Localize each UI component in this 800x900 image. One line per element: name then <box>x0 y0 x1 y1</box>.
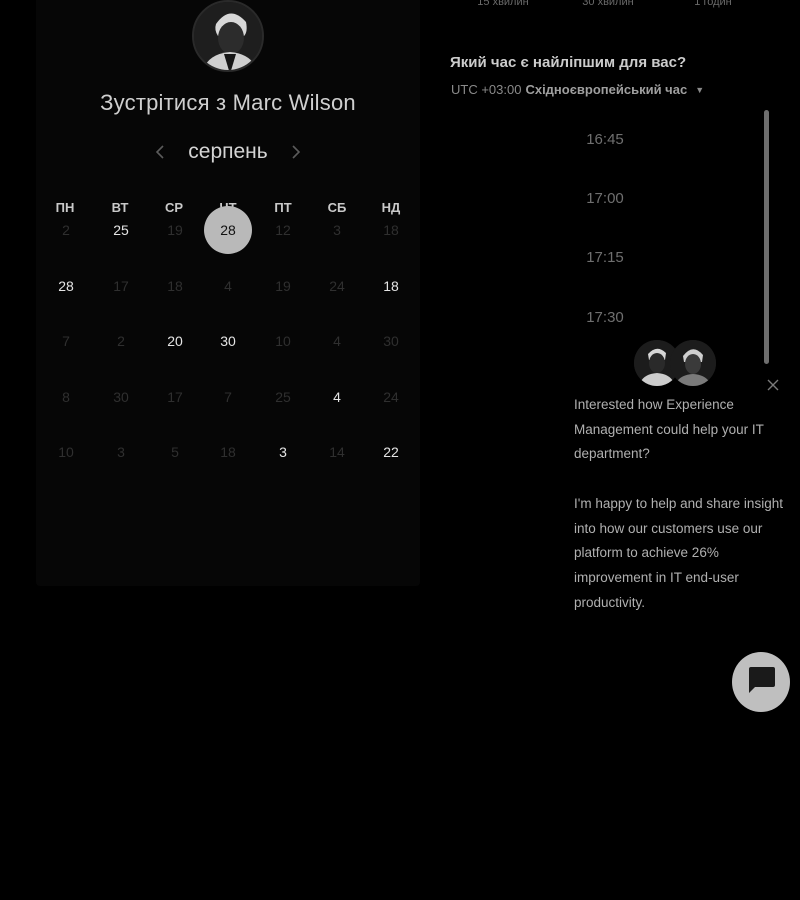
meeting-heading: Зустрітися з Marc Wilson <box>100 90 356 115</box>
calendar-day: 3 <box>117 444 125 460</box>
calendar-day: 2 <box>117 333 125 349</box>
calendar-day: 30 <box>113 389 129 405</box>
calendar-day: 10 <box>58 444 74 460</box>
calendar-day: 5 <box>171 444 179 460</box>
calendar-day-selected[interactable]: 28 <box>204 206 252 254</box>
close-icon[interactable] <box>763 375 783 395</box>
chat-message-2: I'm happy to help and share insight into… <box>574 495 783 610</box>
duration-option-30[interactable]: 30 хвилин <box>553 0 663 8</box>
calendar-day: 4 <box>333 333 341 349</box>
chat-agent-avatar <box>670 340 716 386</box>
chevron-left-icon[interactable] <box>150 142 170 162</box>
calendar-day: 25 <box>275 389 291 405</box>
time-slot-list: 16:45 17:00 17:15 17:30 <box>450 110 760 360</box>
chat-bubble-icon <box>745 665 777 700</box>
calendar-day: 7 <box>62 333 70 349</box>
month-navigation: серпень <box>36 138 420 166</box>
calendar-day: 19 <box>275 278 291 294</box>
calendar-day: 14 <box>329 444 345 460</box>
calendar-day[interactable]: 3 <box>259 428 307 476</box>
time-slot[interactable]: 16:45 <box>450 110 760 168</box>
time-slot[interactable]: 17:30 <box>450 288 760 346</box>
chat-message: Interested how Experience Management cou… <box>574 393 794 640</box>
chat-message-1: Interested how Experience Management cou… <box>574 397 764 462</box>
utc-offset: UTC +03:00 <box>451 82 522 97</box>
calendar-day: 18 <box>383 222 399 238</box>
calendar-day: 30 <box>383 333 399 349</box>
month-label: серпень <box>188 140 268 163</box>
calendar-day: 2 <box>62 222 70 238</box>
calendar-day: 17 <box>113 278 129 294</box>
calendar-day: 18 <box>167 278 183 294</box>
time-slot[interactable]: 17:15 <box>450 228 760 286</box>
calendar-day: 10 <box>275 333 291 349</box>
calendar-day: 8 <box>62 389 70 405</box>
calendar-day: 3 <box>333 222 341 238</box>
calendar-day[interactable]: 22 <box>367 428 415 476</box>
calendar-day[interactable]: 28 <box>42 262 90 310</box>
calendar-day[interactable]: 18 <box>367 262 415 310</box>
calendar-day: 12 <box>275 222 291 238</box>
caret-down-icon: ▼ <box>695 84 705 95</box>
timezone-selector[interactable]: UTC +03:00 Східноєвропейський час ▼ <box>451 82 704 97</box>
time-slot-scrollbar[interactable] <box>764 110 769 364</box>
chevron-right-icon[interactable] <box>286 142 306 162</box>
calendar-day[interactable]: 25 <box>97 206 145 254</box>
calendar-day[interactable]: 30 <box>204 317 252 365</box>
calendar-day[interactable]: 20 <box>151 317 199 365</box>
duration-option-15[interactable]: 15 хвилин <box>448 0 558 8</box>
timezone-name: Східноєвропейський час <box>525 82 688 97</box>
calendar-day: 4 <box>224 278 232 294</box>
host-avatar <box>192 0 264 72</box>
calendar-day: 24 <box>383 389 399 405</box>
calendar-day: 17 <box>167 389 183 405</box>
duration-option-60[interactable]: 1 годин <box>658 0 768 8</box>
time-slot[interactable]: 17:00 <box>450 169 760 227</box>
calendar-day: 24 <box>329 278 345 294</box>
calendar-day: 18 <box>220 444 236 460</box>
calendar-day[interactable]: 4 <box>313 373 361 421</box>
chat-agent-avatars <box>634 340 716 390</box>
time-question: Який час є найліпшим для вас? <box>450 54 687 71</box>
calendar-day: 19 <box>167 222 183 238</box>
chat-launcher-button[interactable] <box>732 652 790 712</box>
calendar-day: 7 <box>224 389 232 405</box>
